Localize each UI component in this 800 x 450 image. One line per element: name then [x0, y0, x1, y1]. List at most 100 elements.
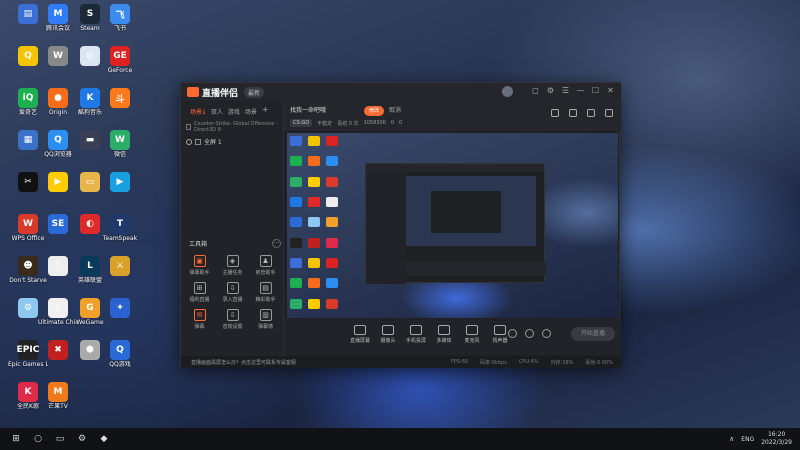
lock-icon[interactable]: [195, 138, 201, 145]
preview-icon: [326, 136, 338, 146]
window-control-icon[interactable]: —: [576, 86, 585, 95]
tool-icon: ▣: [193, 255, 206, 267]
taskbar-icon[interactable]: ▭: [54, 433, 66, 445]
modify-button[interactable]: 修改: [364, 106, 384, 116]
app-icon: EPIC: [17, 340, 39, 360]
taskbar-icon[interactable]: ⊞: [10, 433, 22, 445]
desktop-icon[interactable]: 斗: [100, 88, 140, 128]
preview-icon: [308, 136, 320, 146]
gear-icon[interactable]: [542, 329, 551, 338]
title-bar[interactable]: 直播伴侣 最新 ◻ ⚙ ☰ — ☐ ✕: [181, 83, 621, 101]
window-control-icon[interactable]: ⚙: [546, 86, 555, 95]
tool-item[interactable]: ⇩ 音效设置: [216, 309, 249, 330]
add-scene-icon[interactable]: +: [262, 106, 269, 116]
tool-item[interactable]: ⊞ 福利直播: [183, 282, 216, 303]
app-icon: W: [18, 214, 38, 234]
share-icon[interactable]: [605, 109, 613, 117]
scene-tab[interactable]: 场景: [245, 107, 257, 116]
preview-desktop-icons: [287, 133, 342, 318]
app-icon: ⬢: [80, 340, 100, 360]
more-icon[interactable]: ···: [272, 239, 281, 248]
taskbar-icon[interactable]: ◆: [98, 433, 110, 445]
desktop-icon[interactable]: W 微信: [100, 130, 140, 170]
live-companion-window: 直播伴侣 最新 ◻ ⚙ ☰ — ☐ ✕ 场景1 双人 游戏 场景 + Counter-Strike…: [180, 82, 621, 368]
language-indicator[interactable]: ENG: [741, 436, 754, 443]
preview-icon: [326, 278, 338, 289]
app-icon: ◎: [80, 46, 100, 66]
control-icon: [382, 325, 394, 335]
stream-title-input[interactable]: 找我一命吧哦: [290, 106, 364, 116]
window-control-icon[interactable]: ☐: [591, 86, 600, 95]
taskbar-icon[interactable]: ⚙: [76, 433, 88, 445]
stream-preview[interactable]: [287, 133, 618, 318]
tool-label: 福利直播: [189, 297, 210, 303]
scene-tab[interactable]: 双人: [211, 107, 223, 116]
desktop-icon[interactable]: ⚔: [100, 256, 140, 296]
clock-time: 16:20: [767, 431, 786, 438]
tool-item[interactable]: ✉ 弹幕: [183, 309, 216, 330]
app-icon: ▶: [48, 172, 68, 192]
window-control-icon[interactable]: ✕: [606, 86, 615, 95]
app-icon: ▭: [80, 172, 100, 192]
system-tray: ∧ ENG 16:20 2022/3/29: [729, 428, 792, 450]
desktop-icon[interactable]: GE GeForce: [100, 46, 140, 86]
user-icon[interactable]: [569, 109, 577, 117]
desktop-icon-label: TeamSpeak: [102, 235, 138, 242]
tool-item[interactable]: ⇩ 录入直播: [216, 282, 249, 303]
tool-icon: ✉: [193, 309, 206, 321]
tool-item[interactable]: ▤ 精彩助手: [249, 282, 282, 303]
desktop-icon[interactable]: 飞飞书: [100, 4, 140, 44]
app-icon: GE: [110, 46, 130, 66]
avatar[interactable]: [502, 86, 513, 97]
desktop-icon-label: GeForce: [107, 67, 133, 74]
tool-label: 音效设置: [222, 324, 243, 330]
scene-tab[interactable]: 场景1: [190, 107, 206, 116]
desktop-icon[interactable]: M 芒果TV: [38, 382, 78, 422]
source-row[interactable]: Counter-Strike: Global Offensive - Direc…: [181, 116, 283, 133]
taskbar-icon[interactable]: ○: [32, 433, 44, 445]
desktop-icon[interactable]: Q QQ游戏: [100, 340, 140, 380]
preview-icon: [308, 217, 320, 228]
window-control-icon[interactable]: ◻: [531, 86, 540, 95]
start-live-button[interactable]: 开始直播: [571, 327, 615, 341]
desktop-icon[interactable]: ✦: [100, 298, 140, 338]
app-icon: ✦: [110, 298, 130, 318]
gift-icon[interactable]: [551, 109, 559, 117]
tool-item[interactable]: ♟ 房管助手: [249, 255, 282, 276]
eye-icon[interactable]: [186, 138, 192, 145]
source-name: Counter-Strike: Global Offensive - Direc…: [194, 121, 278, 133]
tool-item[interactable]: ▣ 弹幕助手: [183, 255, 216, 276]
checkbox-icon[interactable]: [186, 124, 192, 130]
app-icon: T: [110, 214, 130, 234]
clock[interactable]: 16:20 2022/3/29: [761, 431, 792, 447]
app-icon: S: [80, 4, 100, 24]
camera-icon[interactable]: [508, 329, 517, 338]
tools-grid: ▣ 弹幕助手 ◈ 主播任务 ♟ 房管助手 ⊞ 福利直播 ⇩ 录入直播 ▤ 精彩助手 ✉ 弹幕 ⇩ 音效设置 ▥ 弹…: [183, 255, 283, 330]
tools-title: 工具箱: [189, 241, 208, 248]
preview-icon: [308, 156, 320, 167]
refresh-icon[interactable]: [525, 329, 534, 338]
desktop-icon[interactable]: ▶: [100, 172, 140, 212]
left-panel: 场景1 双人 游戏 场景 + Counter-Strike: Global Offens…: [181, 101, 284, 356]
preview-icon: [290, 156, 302, 167]
app-icon: ✂: [18, 172, 38, 192]
tool-item[interactable]: ◈ 主播任务: [216, 255, 249, 276]
tray-arrow-icon[interactable]: ∧: [729, 435, 734, 443]
taskbar: ⊞ ○ ▭ ⚙ ◆ ∧ ENG 16:20 2022/3/29: [0, 428, 800, 450]
app-icon: ▯: [48, 256, 68, 276]
window-control-icon[interactable]: ☰: [561, 86, 570, 95]
settings-icon[interactable]: [587, 109, 595, 117]
stream-meta-item: 1058300: [363, 120, 386, 126]
tool-item[interactable]: ▥ 弹幕墙: [249, 309, 282, 330]
source-item[interactable]: 全屏 1: [181, 133, 283, 146]
version-badge[interactable]: 最新: [244, 86, 265, 98]
preview-icon: [290, 237, 302, 248]
scene-tab[interactable]: 游戏: [228, 107, 240, 116]
desktop-icon[interactable]: T TeamSpeak: [100, 214, 140, 254]
game-tag[interactable]: CS:GO: [290, 119, 313, 127]
app-icon: 飞: [110, 4, 130, 24]
status-message[interactable]: 直播画面黑屏怎么办？点击这里可联系专属客服: [191, 359, 296, 366]
preview-icon: [308, 257, 320, 268]
preview-icon: [326, 237, 338, 248]
cancel-button[interactable]: 取消: [389, 106, 401, 116]
